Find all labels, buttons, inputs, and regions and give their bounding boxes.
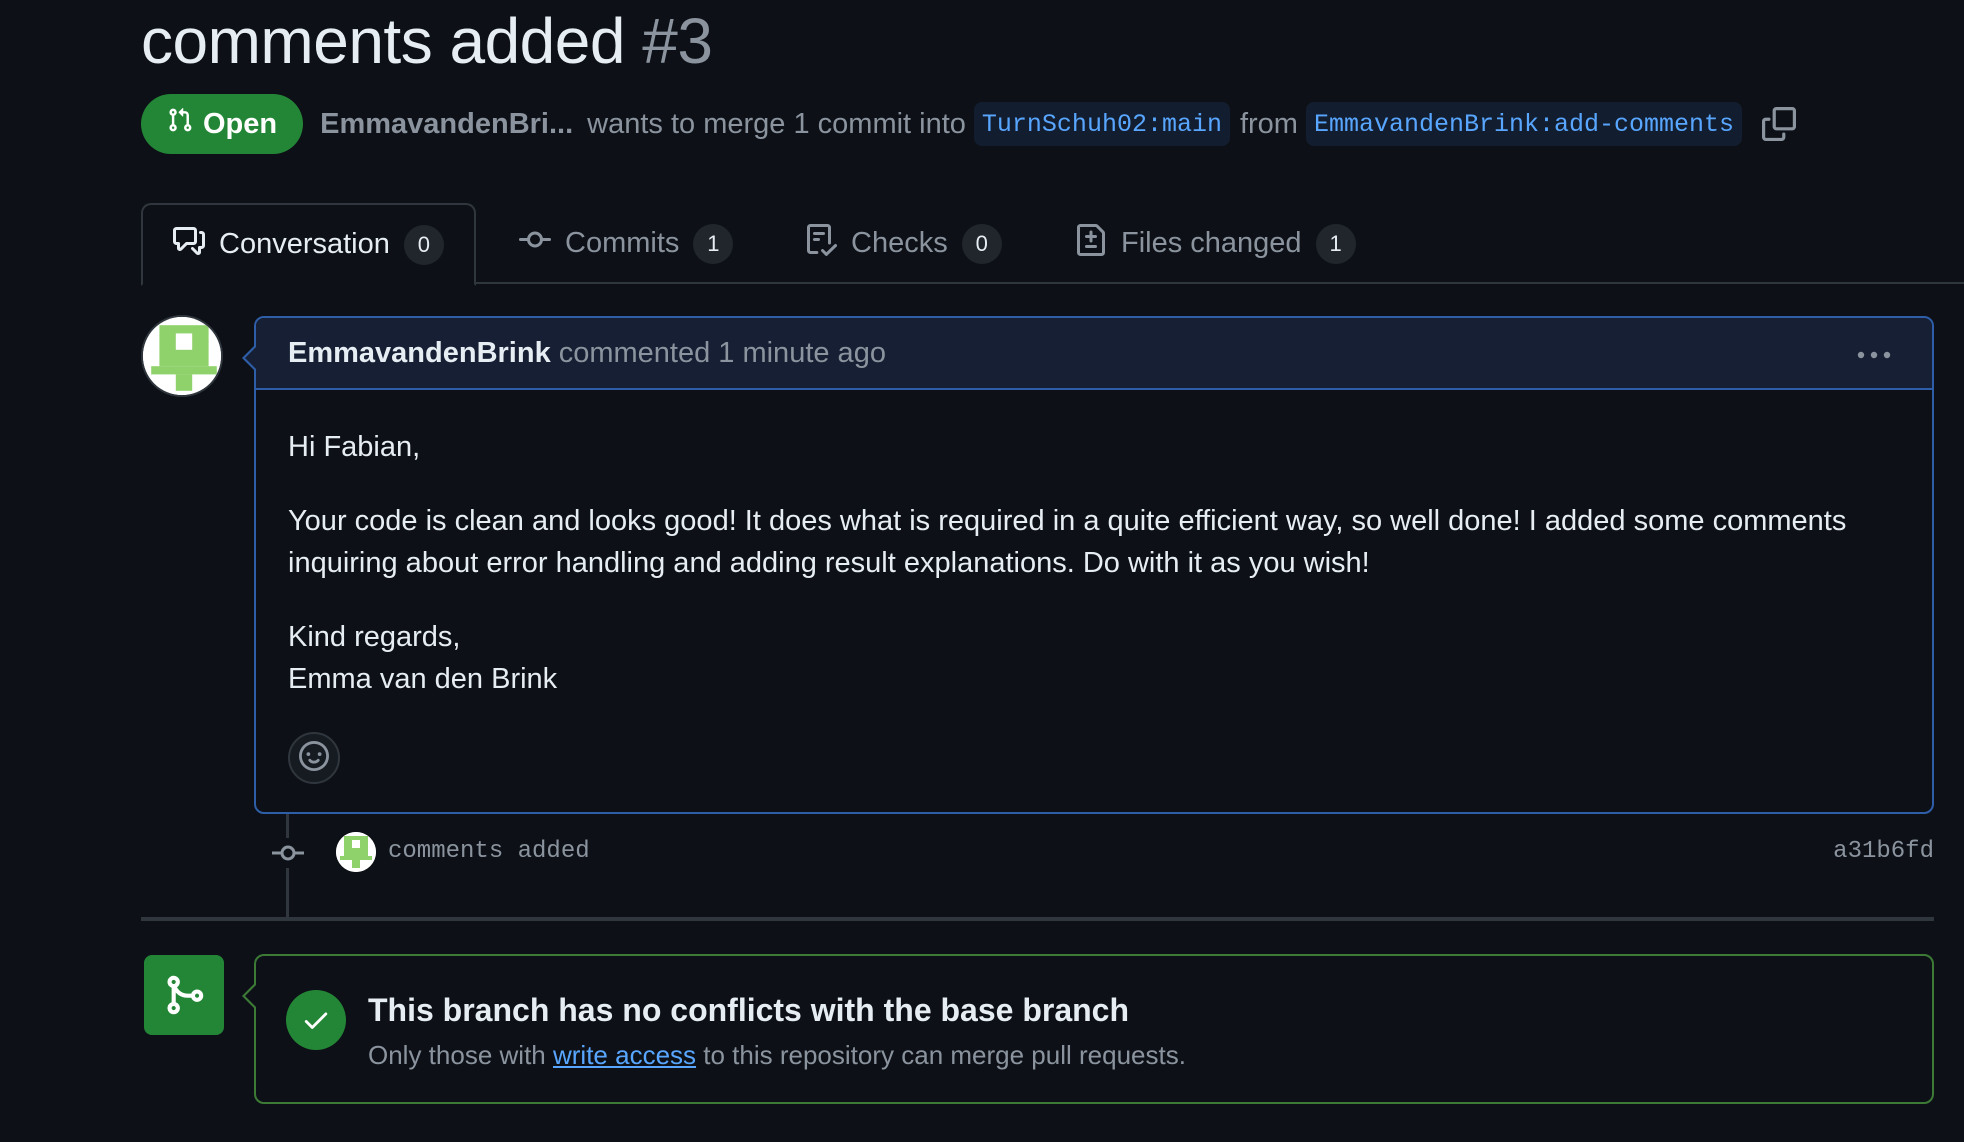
tab-files-changed[interactable]: Files changed 1 (1075, 203, 1356, 284)
tab-label: Checks (851, 227, 948, 259)
smiley-icon (299, 740, 329, 776)
comment-paragraph-line: inquiring about error handling and addin… (288, 547, 1370, 579)
add-reaction-button[interactable] (288, 732, 340, 784)
pr-title: comments added (141, 5, 625, 77)
check-circle-icon (286, 990, 346, 1050)
signature-line: Kind regards, (288, 621, 461, 653)
tab-label: Commits (565, 227, 680, 259)
merge-sub-text: to this repository can merge pull reques… (703, 1040, 1186, 1070)
head-branch-link[interactable]: EmmavandenBrink:add-comments (1305, 102, 1743, 146)
tab-counter: 0 (961, 223, 1002, 264)
comment-greeting: Hi Fabian, (288, 431, 421, 463)
file-diff-icon (1075, 223, 1107, 264)
copy-icon[interactable] (1762, 107, 1797, 141)
comment-author-link[interactable]: EmmavandenBrink (288, 337, 551, 370)
tab-checks[interactable]: Checks 0 (805, 203, 1002, 284)
merge-status-subtitle: Only those with write access to this rep… (368, 1040, 1186, 1071)
commit-message-link[interactable]: comments added (388, 838, 590, 865)
commit-author-avatar[interactable] (336, 832, 376, 872)
from-text: from (1239, 107, 1298, 140)
pr-tabs: Conversation 0 Commits 1 Checks 0 Files … (141, 203, 1964, 286)
pr-meta: Open EmmavandenBri... wants to merge 1 c… (141, 94, 1797, 154)
merge-text: wants to merge 1 commit into (587, 107, 966, 140)
git-merge-icon (144, 955, 224, 1035)
tab-counter: 0 (403, 224, 444, 265)
merge-sub-text: Only those with (368, 1040, 546, 1070)
commit-icon (519, 224, 551, 264)
tab-label: Files changed (1121, 227, 1302, 259)
write-access-link[interactable]: write access (553, 1040, 696, 1070)
git-commit-icon (270, 838, 306, 868)
comment-meta[interactable]: commented 1 minute ago (559, 337, 886, 370)
comment-body: Hi Fabian, Your code is clean and looks … (256, 390, 1932, 700)
tab-counter: 1 (693, 223, 734, 264)
comment-discussion-icon (173, 225, 205, 265)
signature-line: Emma van den Brink (288, 663, 558, 695)
merge-status-box: This branch has no conflicts with the ba… (242, 954, 1934, 1104)
comment-card: EmmavandenBrink commented 1 minute ago H… (242, 316, 1934, 814)
state-badge: Open (141, 94, 304, 154)
comment-header: EmmavandenBrink commented 1 minute ago (256, 318, 1932, 390)
base-branch-link[interactable]: TurnSchuh02:main (973, 102, 1230, 146)
avatar[interactable] (141, 315, 223, 397)
merge-status-title: This branch has no conflicts with the ba… (368, 992, 1130, 1028)
pr-author-link[interactable]: EmmavandenBri... (320, 108, 573, 141)
tab-conversation[interactable]: Conversation 0 (141, 203, 476, 286)
kebab-horizontal-icon[interactable] (1856, 340, 1896, 370)
tab-counter: 1 (1315, 223, 1356, 264)
state-label: Open (203, 107, 278, 140)
comment-signature: Kind regards, Emma van den Brink (288, 616, 1900, 700)
comment-paragraph: Your code is clean and looks good! It do… (288, 500, 1900, 584)
comment-paragraph-line: Your code is clean and looks good! It do… (288, 505, 1847, 537)
pull-request-icon (167, 106, 193, 142)
pr-number: #3 (642, 5, 713, 77)
tab-commits[interactable]: Commits 1 (519, 203, 734, 284)
timeline-divider (141, 917, 1934, 921)
tab-label: Conversation (219, 228, 390, 260)
checklist-icon (805, 223, 838, 264)
commit-sha-link[interactable]: a31b6fd (1833, 838, 1934, 865)
page-title: comments added #3 (141, 4, 713, 78)
